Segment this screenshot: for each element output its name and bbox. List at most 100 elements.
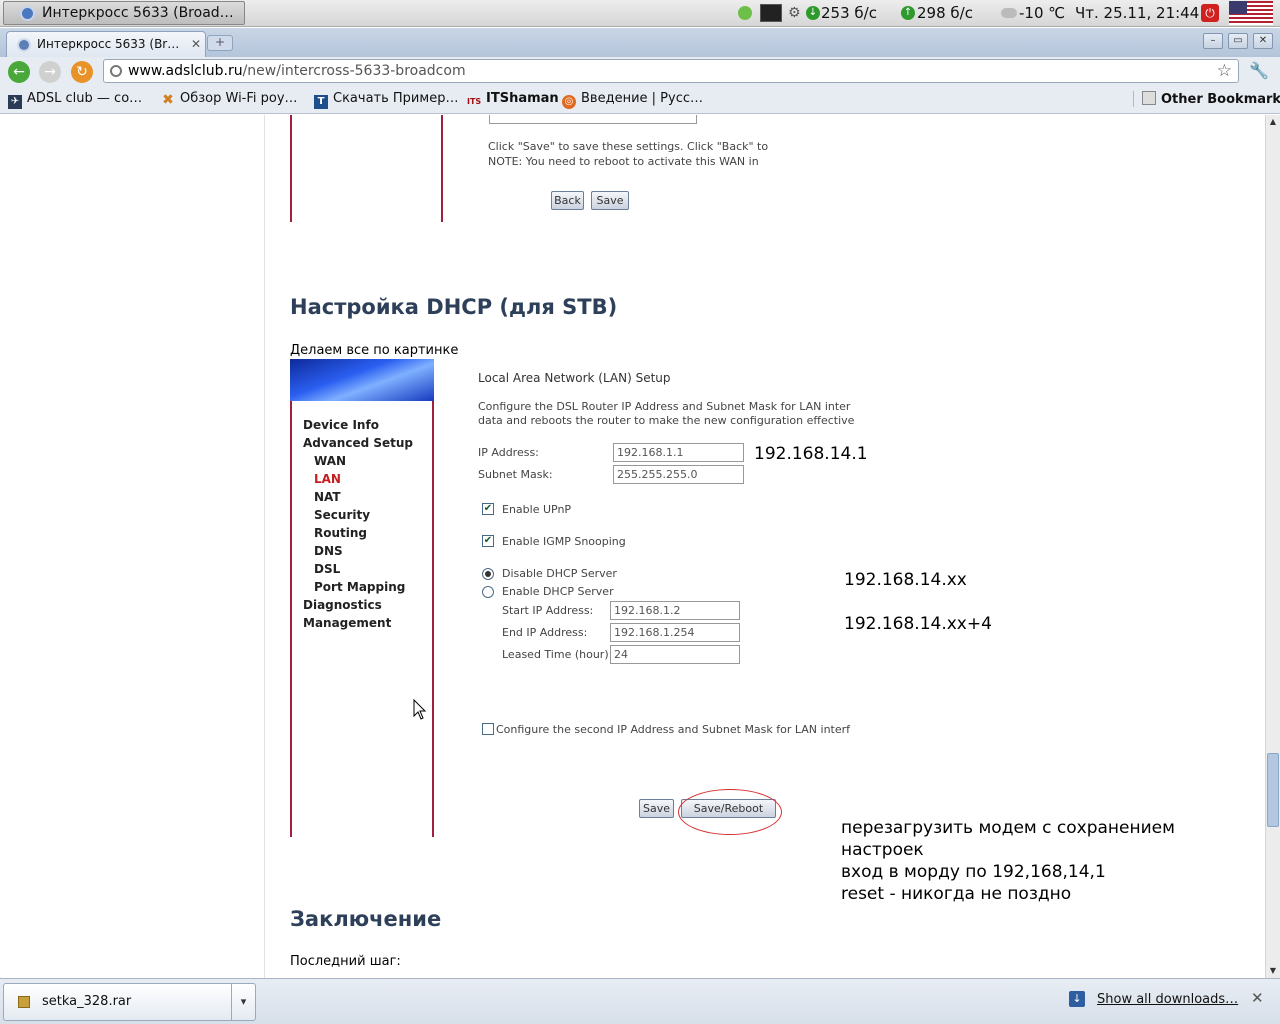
- bookmark-itshaman[interactable]: ITS ITShaman: [467, 91, 559, 109]
- bookmark-adsl-club[interactable]: ✈ ADSL club — co…: [8, 91, 142, 109]
- window-button-label: Интеркросс 5633 (Broad…: [42, 5, 234, 21]
- lan-desc1: Configure the DSL Router IP Address and …: [478, 400, 851, 413]
- top-shot-text1: Click "Save" to save these settings. Cli…: [488, 140, 769, 153]
- its-icon: ITS: [467, 97, 482, 106]
- router-menu-item[interactable]: Port Mapping: [314, 580, 405, 594]
- chrome-icon: [20, 6, 35, 21]
- close-window-icon[interactable]: ✕: [1253, 33, 1273, 49]
- bookmark-star-icon[interactable]: ☆: [1217, 60, 1232, 82]
- show-all-downloads-link[interactable]: Show all downloads…: [1097, 992, 1238, 1007]
- clock[interactable]: Чт. 25.11, 21:44: [1075, 4, 1199, 22]
- subnet-mask-field[interactable]: 255.255.255.0: [613, 465, 744, 484]
- us-flag-icon[interactable]: [1229, 1, 1273, 25]
- temperature[interactable]: -10 ℃: [1019, 4, 1065, 22]
- start-ip-label: Start IP Address:: [502, 604, 594, 617]
- router-menu-item[interactable]: Diagnostics: [303, 598, 382, 612]
- monitor-icon[interactable]: [760, 4, 782, 22]
- router-menu-item[interactable]: DSL: [314, 562, 340, 576]
- annotation-oval: [678, 789, 782, 835]
- start-ip-field[interactable]: 192.168.1.2: [610, 601, 740, 620]
- second-ip-checkbox[interactable]: [482, 723, 494, 735]
- igmp-label: Enable IGMP Snooping: [502, 535, 626, 548]
- heading-conclusion: Заключение: [290, 907, 442, 931]
- enable-dhcp-radio[interactable]: [482, 586, 494, 598]
- upnp-checkbox[interactable]: ✔: [482, 503, 494, 515]
- igmp-checkbox[interactable]: ✔: [482, 535, 494, 547]
- download-item[interactable]: setka_328.rar ▾: [3, 983, 256, 1021]
- network-applet-icon[interactable]: [738, 6, 752, 20]
- heading-dhcp: Настройка DHCP (для STB): [290, 295, 618, 319]
- router-menu-item[interactable]: Device Info: [303, 418, 379, 432]
- router-menu-item[interactable]: Management: [303, 616, 391, 630]
- router-menu-item[interactable]: DNS: [314, 544, 343, 558]
- scrollbar-thumb[interactable]: [1267, 753, 1279, 827]
- top-screenshot-frame: [290, 115, 443, 222]
- power-icon[interactable]: ⏻: [1201, 4, 1219, 22]
- top-shot-text2: NOTE: You need to reboot to activate thi…: [488, 155, 759, 168]
- annotation-note3: вход в морду по 192,168,14,1: [841, 862, 1106, 882]
- scroll-up-icon[interactable]: ▲: [1266, 115, 1280, 129]
- url-host: www.adslclub.ru: [128, 63, 243, 79]
- router-menu-item[interactable]: Advanced Setup: [303, 436, 413, 450]
- other-bookmarks[interactable]: Other Bookmarks: [1133, 91, 1280, 107]
- save-button[interactable]: Save: [639, 799, 674, 818]
- weather-icon: [1001, 8, 1017, 18]
- downloads-shelf: setka_328.rar ▾ ↓ Show all downloads… ✕: [0, 978, 1280, 1024]
- url-path: /new/intercross-5633-broadcom: [242, 63, 466, 79]
- annotation-end: 192.168.14.xx+4: [844, 614, 992, 634]
- end-ip-field[interactable]: 192.168.1.254: [610, 623, 740, 642]
- router-menu-item[interactable]: LAN: [314, 472, 341, 486]
- tab-title: Интеркросс 5633 (Br…: [37, 37, 180, 51]
- mouse-cursor-icon: [413, 699, 427, 720]
- upload-speed-icon: ↑: [901, 6, 915, 20]
- reload-icon[interactable]: ↻: [71, 61, 93, 83]
- browser-tab[interactable]: Интеркросс 5633 (Br… ✕: [6, 31, 206, 57]
- vertical-scrollbar[interactable]: ▲ ▼: [1265, 115, 1280, 978]
- ubuntu-icon: ◎: [562, 95, 576, 109]
- maximize-icon[interactable]: ▭: [1228, 33, 1248, 49]
- back-button[interactable]: Back: [551, 191, 584, 210]
- desktop-panel: Интеркросс 5633 (Broad… ⚙ ↓ 253 б/с ↑ 29…: [0, 0, 1280, 27]
- disable-dhcp-radio[interactable]: [482, 568, 494, 580]
- disable-dhcp-label: Disable DHCP Server: [502, 567, 617, 580]
- minimize-icon[interactable]: –: [1203, 33, 1223, 49]
- bookmark-download-examples[interactable]: T Скачать Пример…: [314, 91, 458, 109]
- bookmark-intro[interactable]: ◎ Введение | Русс…: [562, 91, 703, 109]
- forward-arrow-icon[interactable]: →: [39, 61, 61, 83]
- window-list-button[interactable]: Интеркросс 5633 (Broad…: [3, 1, 245, 25]
- bookmark-wifi-review[interactable]: ✖ Обзор Wi-Fi роу…: [161, 91, 297, 108]
- save-button-top[interactable]: Save: [591, 191, 629, 210]
- chevron-down-icon[interactable]: ▾: [231, 984, 255, 1020]
- address-bar[interactable]: www.adslclub.ru/new/intercross-5633-broa…: [103, 59, 1239, 83]
- wrench-icon[interactable]: 🔧: [1249, 61, 1269, 80]
- enable-dhcp-label: Enable DHCP Server: [502, 585, 614, 598]
- archive-icon: [18, 996, 30, 1008]
- annotation-start: 192.168.14.xx: [844, 570, 967, 590]
- scroll-down-icon[interactable]: ▼: [1266, 964, 1280, 978]
- ip-label: IP Address:: [478, 446, 539, 459]
- ip-address-field[interactable]: 192.168.1.1: [613, 443, 744, 462]
- intro-text: Делаем все по картинке: [290, 343, 459, 358]
- tool-icon[interactable]: ⚙: [788, 5, 801, 21]
- back-arrow-icon[interactable]: ←: [8, 61, 30, 83]
- router-menu-item[interactable]: NAT: [314, 490, 341, 504]
- tab-favicon-icon: [17, 38, 31, 52]
- bookmarks-bar: ✈ ADSL club — co… ✖ Обзор Wi-Fi роу… T Скач…: [0, 86, 1280, 114]
- folder-icon: [1142, 91, 1156, 105]
- annotation-note4: reset - никогда не поздно: [841, 884, 1072, 904]
- tab-strip: Интеркросс 5633 (Br… ✕ + – ▭ ✕: [0, 28, 1280, 57]
- downloads-icon: ↓: [1069, 991, 1085, 1007]
- lease-time-field[interactable]: 24: [610, 645, 740, 664]
- upnp-label: Enable UPnP: [502, 503, 572, 516]
- router-menu-item[interactable]: Routing: [314, 526, 367, 540]
- router-menu-item[interactable]: WAN: [314, 454, 346, 468]
- tab-close-icon[interactable]: ✕: [191, 32, 201, 56]
- close-shelf-icon[interactable]: ✕: [1251, 989, 1264, 1007]
- download-speed-icon: ↓: [806, 6, 820, 20]
- lease-time-label: Leased Time (hour):: [502, 648, 613, 661]
- annotation-ip: 192.168.14.1: [754, 444, 868, 464]
- router-menu-item[interactable]: Security: [314, 508, 370, 522]
- annotation-note2: настроек: [841, 840, 924, 860]
- x-icon: ✖: [162, 92, 174, 108]
- new-tab-button[interactable]: +: [207, 35, 233, 51]
